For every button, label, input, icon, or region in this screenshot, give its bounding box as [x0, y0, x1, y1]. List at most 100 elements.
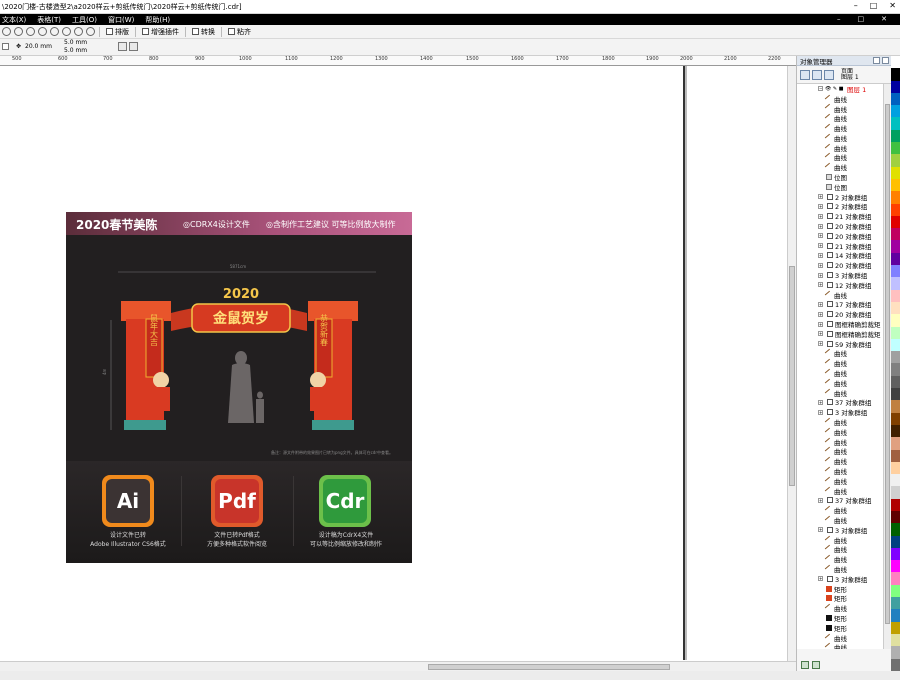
horizontal-ruler[interactable]: 500 600 700 800 900 1000 1100 1200 1300 …: [0, 56, 796, 66]
layer-visibility-icons[interactable]: 👁 ✎ ■: [825, 86, 847, 92]
object-row[interactable]: 曲线: [797, 104, 883, 114]
palette-swatch[interactable]: [891, 523, 900, 536]
object-row[interactable]: 曲线: [797, 505, 883, 515]
expand-icon[interactable]: +: [818, 301, 823, 307]
object-row[interactable]: 矩形: [797, 613, 883, 623]
expand-icon[interactable]: +: [818, 282, 823, 288]
expand-icon[interactable]: +: [818, 311, 823, 317]
zoom-in-icon[interactable]: [13, 27, 23, 36]
object-row[interactable]: 曲线: [797, 368, 883, 378]
object-row[interactable]: +17 对象群组: [797, 300, 883, 309]
palette-swatch[interactable]: [891, 584, 900, 598]
object-row[interactable]: +12 对象群组: [797, 280, 883, 290]
object-row[interactable]: +20 对象群组: [797, 309, 883, 319]
expand-icon[interactable]: +: [818, 203, 823, 209]
doc-restore-button[interactable]: □: [856, 15, 874, 23]
expand-icon[interactable]: +: [818, 527, 823, 533]
object-row[interactable]: 曲线: [797, 642, 883, 649]
menu-table[interactable]: 表格(T): [35, 15, 70, 25]
palette-swatch[interactable]: [891, 301, 900, 315]
expand-icon[interactable]: +: [818, 262, 823, 268]
expand-icon[interactable]: +: [818, 321, 823, 327]
object-row[interactable]: 曲线: [797, 437, 883, 447]
layer-row[interactable]: − 👁 ✎ ■ 图层 1: [797, 84, 883, 94]
object-row[interactable]: +3 对象群组: [797, 270, 883, 280]
expand-icon[interactable]: +: [818, 272, 823, 278]
dup-y-field[interactable]: 5.0 mm: [64, 47, 87, 54]
object-row[interactable]: 曲线: [797, 515, 883, 525]
palette-swatch[interactable]: [891, 486, 900, 499]
object-row[interactable]: 曲线: [797, 388, 883, 398]
palette-swatch[interactable]: [891, 203, 900, 216]
palette-swatch[interactable]: [891, 191, 900, 204]
zoom-icon[interactable]: [1, 27, 11, 36]
palette-swatch[interactable]: [891, 535, 900, 548]
palette-swatch[interactable]: [891, 215, 900, 229]
object-row[interactable]: 曲线: [797, 466, 883, 476]
palette-swatch[interactable]: [891, 633, 900, 647]
paste-align-button[interactable]: 粘齐: [225, 27, 254, 37]
palette-swatch[interactable]: [891, 56, 900, 69]
palette-swatch[interactable]: [891, 68, 900, 81]
object-row[interactable]: 曲线: [797, 486, 883, 496]
panel-close-icon[interactable]: [882, 57, 889, 64]
object-row[interactable]: 曲线: [797, 544, 883, 554]
object-row[interactable]: +20 对象群组: [797, 221, 883, 231]
object-row[interactable]: 曲线: [797, 603, 883, 613]
zoom-all-icon[interactable]: [49, 27, 59, 36]
palette-swatch[interactable]: [891, 646, 900, 659]
object-row[interactable]: 曲线: [797, 143, 883, 153]
object-row[interactable]: 曲线: [797, 476, 883, 486]
object-row[interactable]: 位图: [797, 172, 883, 182]
enhance-plugin-button[interactable]: 增强插件: [139, 27, 182, 37]
palette-swatch[interactable]: [891, 314, 900, 327]
object-row[interactable]: 曲线: [797, 564, 883, 574]
object-row[interactable]: +3 对象群组: [797, 574, 883, 584]
palette-swatch[interactable]: [891, 142, 900, 155]
palette-swatch[interactable]: [891, 252, 900, 266]
expand-icon[interactable]: +: [818, 252, 823, 258]
palette-swatch[interactable]: [891, 154, 900, 167]
palette-swatch[interactable]: [891, 80, 900, 93]
object-row[interactable]: 矩形: [797, 593, 883, 603]
zoom-height-icon[interactable]: [85, 27, 95, 36]
palette-swatch[interactable]: [891, 375, 900, 389]
palette-swatch[interactable]: [891, 326, 900, 339]
palette-swatch[interactable]: [891, 166, 900, 179]
palette-swatch[interactable]: [891, 498, 900, 511]
palette-swatch[interactable]: [891, 178, 900, 192]
palette-swatch[interactable]: [891, 412, 900, 425]
object-row[interactable]: +2 对象群组: [797, 192, 883, 202]
object-row[interactable]: + 图框精确剪裁矩: [797, 319, 883, 329]
palette-swatch[interactable]: [891, 228, 900, 241]
object-row[interactable]: 位图: [797, 182, 883, 192]
layer-manager-view-icon[interactable]: [824, 69, 834, 80]
object-row[interactable]: 曲线: [797, 123, 883, 133]
show-properties-icon[interactable]: [800, 69, 810, 80]
menu-help[interactable]: 帮助(H): [143, 15, 179, 25]
palette-swatch[interactable]: [891, 547, 900, 561]
palette-swatch[interactable]: [891, 437, 900, 450]
object-row[interactable]: 曲线: [797, 446, 883, 456]
zoom-out-icon[interactable]: [25, 27, 35, 36]
convert-button[interactable]: 转换: [189, 27, 218, 37]
zoom-selected-icon[interactable]: [37, 27, 47, 36]
expand-icon[interactable]: +: [818, 576, 823, 582]
object-row[interactable]: + 图框精确剪裁矩: [797, 329, 883, 339]
object-row[interactable]: 曲线: [797, 456, 883, 466]
nudge-field[interactable]: 20.0 mm: [25, 43, 52, 50]
object-row[interactable]: +2 对象群组: [797, 202, 883, 211]
doc-close-button[interactable]: ✕: [879, 15, 896, 23]
scroll-thumb[interactable]: [428, 664, 670, 670]
object-row[interactable]: +14 对象群组: [797, 251, 883, 260]
new-layer-icon[interactable]: [801, 660, 809, 669]
palette-swatch[interactable]: [891, 474, 900, 487]
palette-swatch[interactable]: [891, 510, 900, 524]
canvas-vertical-scrollbar[interactable]: [787, 66, 796, 661]
object-row[interactable]: 曲线: [797, 417, 883, 427]
object-row[interactable]: +3 对象群组: [797, 525, 883, 535]
expand-icon[interactable]: +: [818, 194, 823, 200]
expand-icon[interactable]: +: [818, 213, 823, 219]
palette-swatch[interactable]: [891, 461, 900, 475]
object-row[interactable]: 曲线: [797, 162, 883, 172]
